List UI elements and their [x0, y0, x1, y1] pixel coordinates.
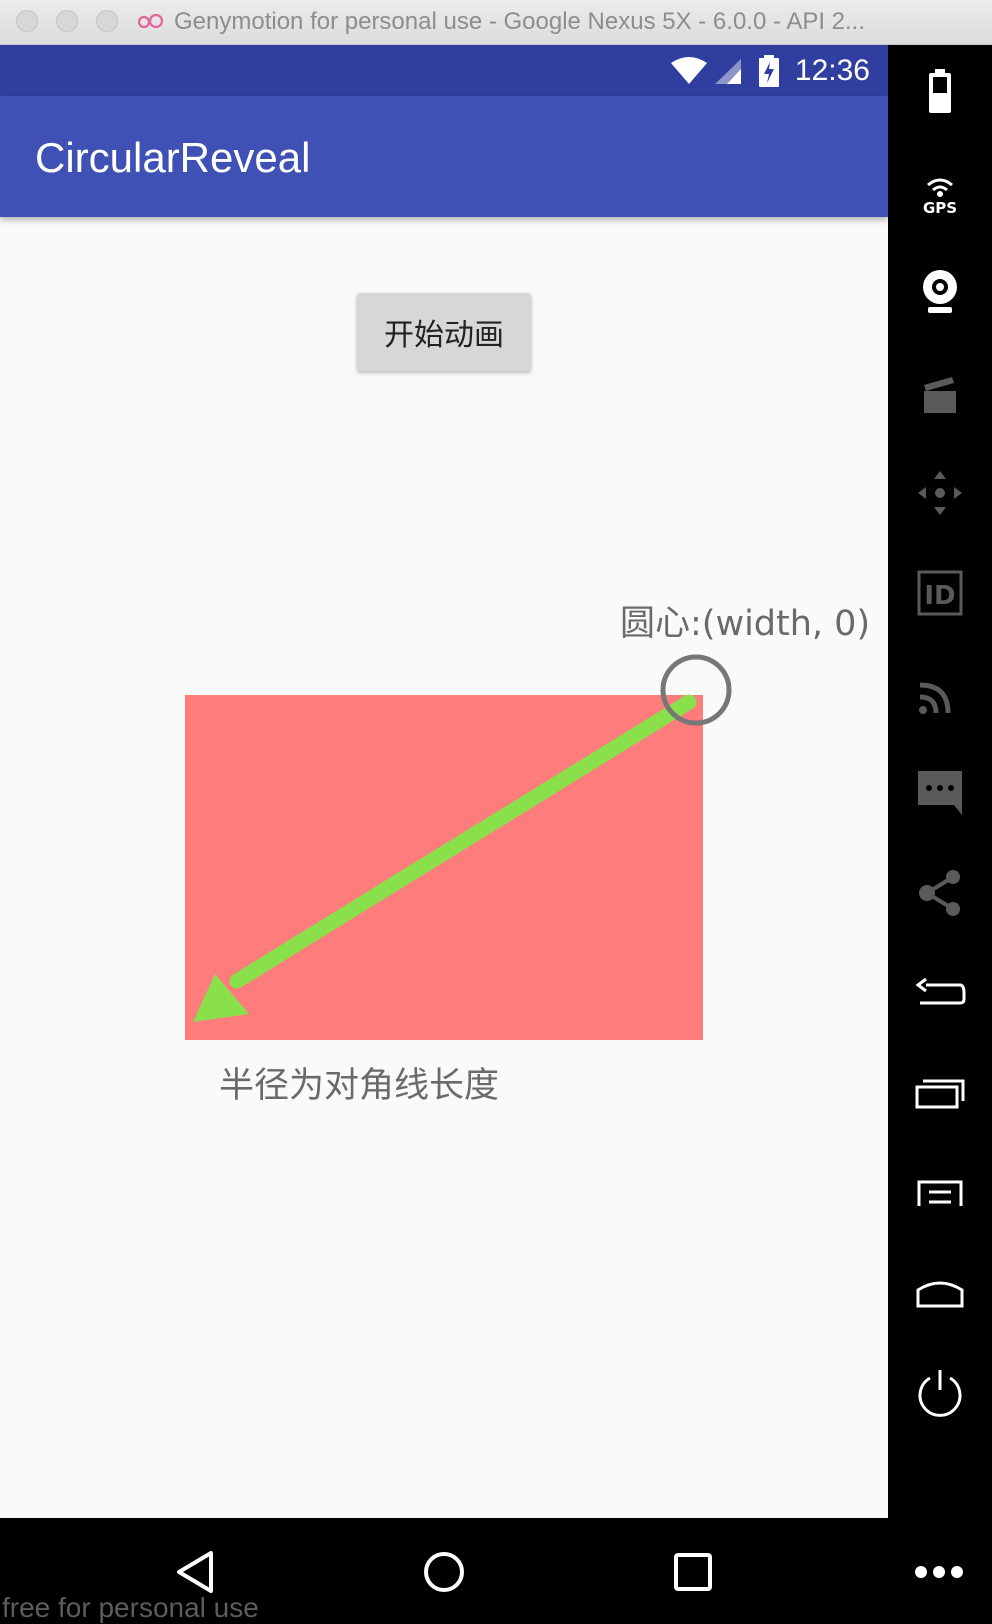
- nav-home-button[interactable]: [404, 1532, 484, 1612]
- gps-icon: GPS: [923, 178, 957, 215]
- share-icon: [919, 870, 960, 916]
- capture-icon: [924, 377, 956, 413]
- more-icon: [915, 1566, 963, 1578]
- nav-more-button[interactable]: [899, 1532, 979, 1612]
- share-widget-button[interactable]: [888, 853, 992, 933]
- menu-icon: [917, 1180, 963, 1206]
- device-id-icon: ID: [917, 570, 963, 616]
- battery-charging-icon: [758, 54, 779, 87]
- sms-icon: [918, 771, 962, 815]
- android-screen: 12:36 CircularReveal 开始动画 圆心:(width, 0) …: [0, 45, 888, 1518]
- battery-widget-button[interactable]: [888, 51, 992, 131]
- start-animation-button[interactable]: 开始动画: [357, 293, 531, 371]
- back-triangle-icon: [177, 1551, 213, 1593]
- recent-apps-toolbar-button[interactable]: [888, 1053, 992, 1133]
- window-titlebar: Genymotion for personal use - Google Nex…: [0, 0, 992, 45]
- battery-icon: [929, 69, 951, 113]
- watermark-text: free for personal use: [2, 1592, 259, 1623]
- reveal-box: [185, 695, 703, 1040]
- emulator-toolbar: GPS ID: [888, 45, 992, 1518]
- sms-widget-button[interactable]: [888, 753, 992, 833]
- back-icon: [915, 977, 966, 1005]
- circle-center-label: 圆心:(width, 0): [620, 604, 871, 644]
- back-toolbar-button[interactable]: [888, 953, 992, 1033]
- wifi-icon: [670, 56, 707, 84]
- svg-text:GPS: GPS: [923, 199, 957, 215]
- cast-icon: [919, 682, 951, 714]
- home-icon: [916, 1281, 964, 1308]
- gps-widget-button[interactable]: GPS: [888, 153, 992, 233]
- zoom-window-button[interactable]: [96, 10, 118, 32]
- radius-label: 半径为对角线长度: [219, 1066, 500, 1106]
- capture-widget-button[interactable]: [888, 353, 992, 433]
- minimize-window-button[interactable]: [56, 10, 78, 32]
- dpad-icon: [918, 471, 962, 515]
- device-id-widget-button[interactable]: ID: [888, 553, 992, 633]
- cast-widget-button[interactable]: [888, 653, 992, 733]
- window-title: Genymotion for personal use - Google Nex…: [174, 8, 866, 35]
- home-circle-icon: [424, 1552, 464, 1592]
- overview-square-icon: [674, 1553, 712, 1591]
- svg-text:ID: ID: [924, 581, 955, 611]
- power-toolbar-button[interactable]: [888, 1353, 992, 1433]
- recent-apps-icon: [915, 1079, 965, 1109]
- navigation-bar: free for personal use: [0, 1518, 992, 1624]
- close-window-button[interactable]: [16, 10, 38, 32]
- dpad-widget-button[interactable]: [888, 453, 992, 533]
- cell-signal-icon: [714, 58, 741, 84]
- app-bar: CircularReveal: [0, 96, 888, 217]
- status-bar: 12:36: [0, 45, 888, 96]
- webcam-widget-button[interactable]: [888, 253, 992, 333]
- home-toolbar-button[interactable]: [888, 1253, 992, 1333]
- webcam-icon: [923, 270, 957, 313]
- nav-overview-button[interactable]: [653, 1532, 733, 1612]
- app-title: CircularReveal: [35, 134, 311, 181]
- genymotion-logo-icon: [137, 13, 164, 29]
- clock: 12:36: [794, 53, 870, 87]
- menu-toolbar-button[interactable]: [888, 1153, 992, 1233]
- power-icon: [918, 1370, 962, 1417]
